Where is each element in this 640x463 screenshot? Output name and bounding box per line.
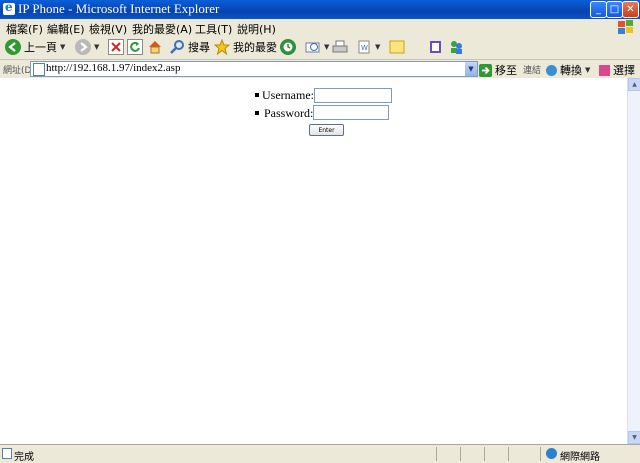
status-divider (484, 447, 485, 461)
password-input[interactable] (313, 105, 389, 120)
forward-arrow-icon (75, 39, 91, 55)
enter-button[interactable]: Enter (309, 124, 344, 136)
close-button[interactable]: ✕ (622, 1, 639, 18)
window-title: IP Phone - Microsoft Internet Explorer (18, 1, 220, 16)
edit-document-icon: W (356, 39, 372, 55)
back-label: 上一頁 (24, 41, 57, 54)
favorites-button[interactable]: 我的最愛 (213, 38, 277, 56)
refresh-icon (127, 39, 143, 55)
messenger-people-icon (448, 39, 464, 55)
convert-icon (546, 64, 557, 76)
maximize-button[interactable]: □ (606, 1, 623, 18)
status-bar: 完成 網際網路 (0, 444, 640, 463)
messenger-button[interactable] (448, 38, 464, 56)
svg-text:W: W (361, 44, 368, 52)
stop-button[interactable] (108, 38, 124, 56)
page-content: Username: Password: Enter (0, 78, 627, 444)
password-label: Password: (264, 106, 314, 120)
back-dropdown-icon[interactable]: ▼ (60, 43, 65, 51)
status-divider (460, 447, 461, 461)
printer-icon (332, 39, 348, 55)
home-button[interactable] (147, 38, 163, 56)
go-button[interactable]: 移至 (479, 62, 517, 78)
convert-button[interactable]: 轉換 ▼ (546, 62, 590, 78)
globe-icon (546, 448, 557, 459)
address-dropdown-icon[interactable]: ▼ (465, 62, 477, 76)
username-input[interactable] (314, 88, 392, 103)
discuss-button[interactable] (389, 38, 405, 56)
convert-label: 轉換 (560, 64, 582, 77)
status-divider (540, 447, 541, 461)
note-icon (389, 39, 405, 55)
select-icon (599, 64, 610, 76)
history-button[interactable] (280, 38, 296, 56)
back-arrow-icon (5, 39, 21, 55)
favorites-label: 我的最愛 (233, 41, 277, 54)
select-button[interactable]: 選擇 (599, 62, 635, 78)
minimize-button[interactable]: _ (590, 1, 607, 18)
page-icon (33, 63, 45, 76)
menu-favorites[interactable]: 我的最愛(A) (132, 21, 192, 37)
research-book-icon (428, 39, 444, 55)
stop-icon (108, 39, 124, 55)
bullet (255, 93, 259, 97)
address-url: http://192.168.1.97/index2.asp (46, 62, 181, 74)
select-label: 選擇 (613, 64, 635, 77)
page-status-icon (2, 448, 12, 459)
mail-button[interactable]: ▼ (305, 38, 329, 56)
title-bar: IP Phone - Microsoft Internet Explorer _… (0, 0, 640, 19)
forward-dropdown-icon[interactable]: ▼ (94, 43, 99, 51)
status-divider (436, 447, 437, 461)
search-button[interactable]: 搜尋 (169, 38, 210, 56)
status-text: 完成 (14, 452, 34, 463)
forward-button[interactable]: ▼ (75, 38, 99, 56)
home-icon (147, 39, 163, 55)
edit-dropdown-icon[interactable]: ▼ (375, 43, 380, 51)
menu-view[interactable]: 檢視(V) (89, 21, 127, 37)
mail-icon (305, 39, 321, 55)
address-input[interactable]: http://192.168.1.97/index2.asp ▼ (30, 61, 478, 77)
search-label: 搜尋 (188, 41, 210, 54)
convert-dropdown-icon[interactable]: ▼ (585, 66, 590, 74)
history-icon (280, 39, 296, 55)
username-label: Username: (262, 88, 314, 102)
scroll-up-icon[interactable]: ▲ (628, 78, 640, 91)
back-button[interactable]: 上一頁 ▼ (5, 38, 65, 56)
menu-edit[interactable]: 編輯(E) (47, 21, 85, 37)
star-icon (213, 38, 231, 56)
vertical-scrollbar[interactable]: ▲ ▼ (627, 78, 640, 444)
links-label[interactable]: 連結 (523, 63, 541, 76)
menu-help[interactable]: 說明(H) (237, 21, 276, 37)
ie-logo-icon (3, 0, 15, 15)
menu-tools[interactable]: 工具(T) (195, 21, 232, 37)
windows-logo-icon (618, 20, 634, 35)
mail-dropdown-icon[interactable]: ▼ (324, 43, 329, 51)
print-button[interactable] (332, 38, 348, 56)
standard-toolbar: 上一頁 ▼ ▼ 搜尋 我的最愛 ▼ W ▼ (0, 36, 640, 60)
security-zone: 網際網路 (560, 452, 600, 463)
status-divider (508, 447, 509, 461)
menu-bar: 檔案(F) 編輯(E) 檢視(V) 我的最愛(A) 工具(T) 說明(H) (0, 19, 640, 37)
address-bar: 網址(D) http://192.168.1.97/index2.asp ▼ 移… (0, 60, 640, 79)
edit-button[interactable]: W ▼ (356, 38, 380, 56)
go-label: 移至 (495, 64, 517, 77)
menu-file[interactable]: 檔案(F) (6, 21, 43, 37)
scroll-down-icon[interactable]: ▼ (628, 431, 640, 444)
bullet (255, 111, 259, 115)
go-arrow-icon (479, 63, 492, 77)
research-button[interactable] (428, 38, 444, 56)
refresh-button[interactable] (127, 38, 143, 56)
search-icon (169, 39, 185, 55)
